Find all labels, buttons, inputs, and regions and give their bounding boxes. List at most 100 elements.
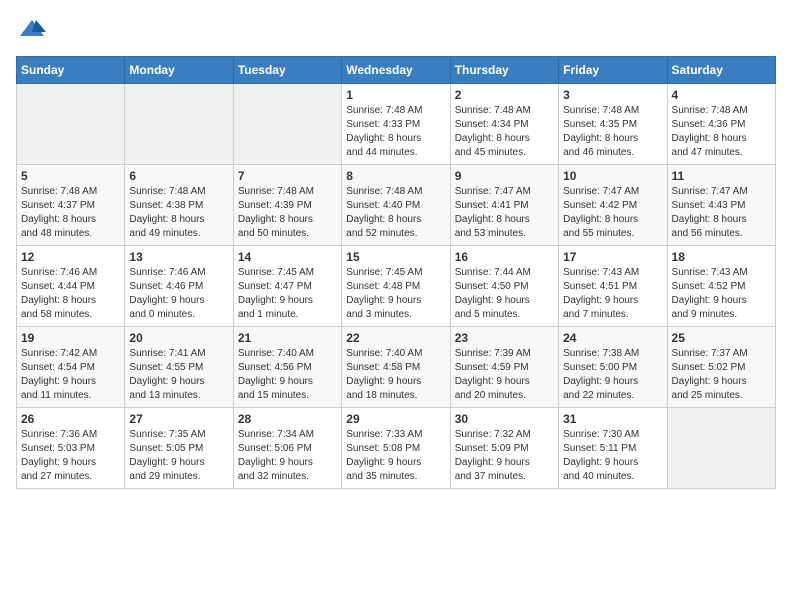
header-cell-thursday: Thursday <box>450 57 558 84</box>
day-cell: 22 Sunrise: 7:40 AM Sunset: 4:58 PM Dayli… <box>342 327 450 408</box>
day-info: Sunrise: 7:47 AM Sunset: 4:43 PM Dayligh… <box>672 185 771 241</box>
day-number: 19 <box>21 331 120 345</box>
week-row-3: 12 Sunrise: 7:46 AM Sunset: 4:44 PM Dayli… <box>17 246 776 327</box>
day-cell: 28 Sunrise: 7:34 AM Sunset: 5:06 PM Dayli… <box>233 408 341 489</box>
day-cell <box>233 84 341 165</box>
day-cell: 11 Sunrise: 7:47 AM Sunset: 4:43 PM Dayli… <box>667 165 775 246</box>
day-number: 26 <box>21 412 120 426</box>
day-info: Sunrise: 7:32 AM Sunset: 5:09 PM Dayligh… <box>455 428 554 484</box>
day-number: 15 <box>346 250 445 264</box>
day-info: Sunrise: 7:45 AM Sunset: 4:48 PM Dayligh… <box>346 266 445 322</box>
day-cell: 31 Sunrise: 7:30 AM Sunset: 5:11 PM Dayli… <box>559 408 667 489</box>
day-number: 27 <box>129 412 228 426</box>
day-info: Sunrise: 7:48 AM Sunset: 4:37 PM Dayligh… <box>21 185 120 241</box>
logo <box>16 16 46 44</box>
day-number: 2 <box>455 88 554 102</box>
day-number: 12 <box>21 250 120 264</box>
week-row-1: 1 Sunrise: 7:48 AM Sunset: 4:33 PM Daylig… <box>17 84 776 165</box>
day-info: Sunrise: 7:41 AM Sunset: 4:55 PM Dayligh… <box>129 347 228 403</box>
day-info: Sunrise: 7:46 AM Sunset: 4:44 PM Dayligh… <box>21 266 120 322</box>
day-info: Sunrise: 7:48 AM Sunset: 4:34 PM Dayligh… <box>455 104 554 160</box>
page-header <box>16 16 776 44</box>
day-number: 10 <box>563 169 662 183</box>
day-info: Sunrise: 7:43 AM Sunset: 4:51 PM Dayligh… <box>563 266 662 322</box>
day-cell: 13 Sunrise: 7:46 AM Sunset: 4:46 PM Dayli… <box>125 246 233 327</box>
day-number: 20 <box>129 331 228 345</box>
day-cell: 15 Sunrise: 7:45 AM Sunset: 4:48 PM Dayli… <box>342 246 450 327</box>
week-row-2: 5 Sunrise: 7:48 AM Sunset: 4:37 PM Daylig… <box>17 165 776 246</box>
day-info: Sunrise: 7:45 AM Sunset: 4:47 PM Dayligh… <box>238 266 337 322</box>
day-info: Sunrise: 7:48 AM Sunset: 4:38 PM Dayligh… <box>129 185 228 241</box>
day-info: Sunrise: 7:44 AM Sunset: 4:50 PM Dayligh… <box>455 266 554 322</box>
day-info: Sunrise: 7:48 AM Sunset: 4:33 PM Dayligh… <box>346 104 445 160</box>
day-cell: 7 Sunrise: 7:48 AM Sunset: 4:39 PM Daylig… <box>233 165 341 246</box>
day-cell: 29Sunrise: 7:33 AM Sunset: 5:08 PM Dayli… <box>342 408 450 489</box>
day-number: 17 <box>563 250 662 264</box>
day-cell: 17 Sunrise: 7:43 AM Sunset: 4:51 PM Dayli… <box>559 246 667 327</box>
day-cell: 6 Sunrise: 7:48 AM Sunset: 4:38 PM Daylig… <box>125 165 233 246</box>
day-number: 24 <box>563 331 662 345</box>
day-info: Sunrise: 7:37 AM Sunset: 5:02 PM Dayligh… <box>672 347 771 403</box>
header-row: SundayMondayTuesdayWednesdayThursdayFrid… <box>17 57 776 84</box>
day-number: 28 <box>238 412 337 426</box>
day-info: Sunrise: 7:43 AM Sunset: 4:52 PM Dayligh… <box>672 266 771 322</box>
day-cell: 3Sunrise: 7:48 AM Sunset: 4:35 PM Daylig… <box>559 84 667 165</box>
day-cell: 27 Sunrise: 7:35 AM Sunset: 5:05 PM Dayli… <box>125 408 233 489</box>
day-number: 7 <box>238 169 337 183</box>
header-cell-monday: Monday <box>125 57 233 84</box>
day-cell: 25Sunrise: 7:37 AM Sunset: 5:02 PM Dayli… <box>667 327 775 408</box>
day-cell <box>667 408 775 489</box>
day-cell: 1 Sunrise: 7:48 AM Sunset: 4:33 PM Daylig… <box>342 84 450 165</box>
day-cell: 18 Sunrise: 7:43 AM Sunset: 4:52 PM Dayli… <box>667 246 775 327</box>
header-cell-wednesday: Wednesday <box>342 57 450 84</box>
day-info: Sunrise: 7:48 AM Sunset: 4:40 PM Dayligh… <box>346 185 445 241</box>
day-cell <box>17 84 125 165</box>
day-info: Sunrise: 7:38 AM Sunset: 5:00 PM Dayligh… <box>563 347 662 403</box>
day-info: Sunrise: 7:40 AM Sunset: 4:58 PM Dayligh… <box>346 347 445 403</box>
day-number: 13 <box>129 250 228 264</box>
day-number: 23 <box>455 331 554 345</box>
day-info: Sunrise: 7:40 AM Sunset: 4:56 PM Dayligh… <box>238 347 337 403</box>
day-cell: 10Sunrise: 7:47 AM Sunset: 4:42 PM Dayli… <box>559 165 667 246</box>
day-info: Sunrise: 7:48 AM Sunset: 4:39 PM Dayligh… <box>238 185 337 241</box>
day-cell: 26 Sunrise: 7:36 AM Sunset: 5:03 PM Dayli… <box>17 408 125 489</box>
week-row-4: 19 Sunrise: 7:42 AM Sunset: 4:54 PM Dayli… <box>17 327 776 408</box>
day-cell: 19 Sunrise: 7:42 AM Sunset: 4:54 PM Dayli… <box>17 327 125 408</box>
day-cell: 8 Sunrise: 7:48 AM Sunset: 4:40 PM Daylig… <box>342 165 450 246</box>
day-cell: 2 Sunrise: 7:48 AM Sunset: 4:34 PM Daylig… <box>450 84 558 165</box>
day-info: Sunrise: 7:48 AM Sunset: 4:36 PM Dayligh… <box>672 104 771 160</box>
calendar-table: SundayMondayTuesdayWednesdayThursdayFrid… <box>16 56 776 489</box>
day-cell: 23 Sunrise: 7:39 AM Sunset: 4:59 PM Dayli… <box>450 327 558 408</box>
header-cell-tuesday: Tuesday <box>233 57 341 84</box>
day-number: 18 <box>672 250 771 264</box>
day-number: 29 <box>346 412 445 426</box>
day-number: 4 <box>672 88 771 102</box>
day-number: 16 <box>455 250 554 264</box>
day-info: Sunrise: 7:46 AM Sunset: 4:46 PM Dayligh… <box>129 266 228 322</box>
day-info: Sunrise: 7:30 AM Sunset: 5:11 PM Dayligh… <box>563 428 662 484</box>
day-number: 6 <box>129 169 228 183</box>
day-cell: 30Sunrise: 7:32 AM Sunset: 5:09 PM Dayli… <box>450 408 558 489</box>
day-number: 31 <box>563 412 662 426</box>
day-number: 9 <box>455 169 554 183</box>
header-cell-friday: Friday <box>559 57 667 84</box>
day-number: 14 <box>238 250 337 264</box>
day-info: Sunrise: 7:42 AM Sunset: 4:54 PM Dayligh… <box>21 347 120 403</box>
day-cell: 5 Sunrise: 7:48 AM Sunset: 4:37 PM Daylig… <box>17 165 125 246</box>
day-cell: 14 Sunrise: 7:45 AM Sunset: 4:47 PM Dayli… <box>233 246 341 327</box>
day-number: 8 <box>346 169 445 183</box>
day-cell: 24 Sunrise: 7:38 AM Sunset: 5:00 PM Dayli… <box>559 327 667 408</box>
day-number: 21 <box>238 331 337 345</box>
day-info: Sunrise: 7:47 AM Sunset: 4:41 PM Dayligh… <box>455 185 554 241</box>
day-number: 5 <box>21 169 120 183</box>
day-info: Sunrise: 7:34 AM Sunset: 5:06 PM Dayligh… <box>238 428 337 484</box>
day-info: Sunrise: 7:39 AM Sunset: 4:59 PM Dayligh… <box>455 347 554 403</box>
day-info: Sunrise: 7:48 AM Sunset: 4:35 PM Dayligh… <box>563 104 662 160</box>
day-cell: 21 Sunrise: 7:40 AM Sunset: 4:56 PM Dayli… <box>233 327 341 408</box>
day-info: Sunrise: 7:35 AM Sunset: 5:05 PM Dayligh… <box>129 428 228 484</box>
day-info: Sunrise: 7:36 AM Sunset: 5:03 PM Dayligh… <box>21 428 120 484</box>
header-cell-saturday: Saturday <box>667 57 775 84</box>
day-number: 1 <box>346 88 445 102</box>
day-number: 11 <box>672 169 771 183</box>
day-number: 22 <box>346 331 445 345</box>
